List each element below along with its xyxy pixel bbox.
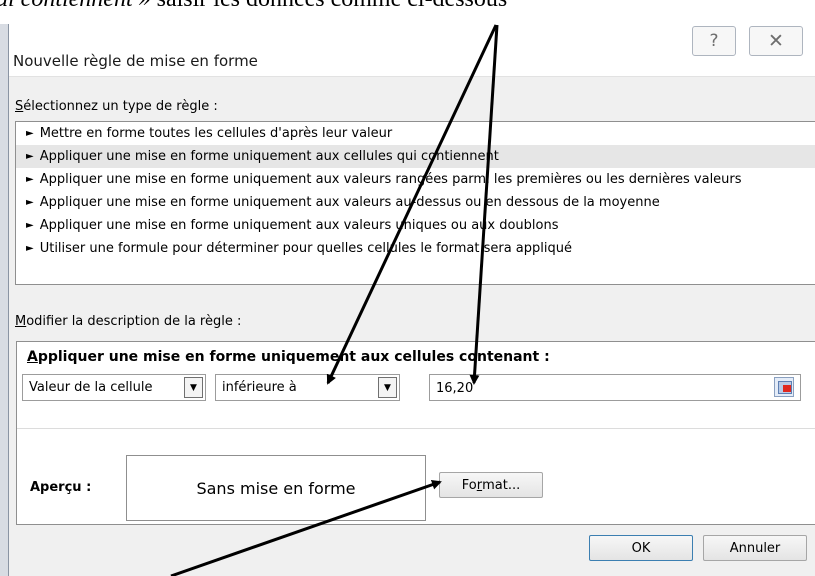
preview-label: Aperçu :: [30, 480, 92, 495]
format-label-post: mat...: [482, 477, 521, 493]
format-button[interactable]: Fo r mat...: [439, 472, 543, 498]
chevron-down-icon[interactable]: ▼: [378, 377, 397, 398]
condition-field-select[interactable]: Valeur de la cellule ▼: [22, 374, 206, 401]
rule-type-item[interactable]: ► Mettre en forme toutes les cellules d'a…: [16, 122, 815, 145]
rule-type-list[interactable]: ► Mettre en forme toutes les cellules d'a…: [15, 121, 815, 285]
rule-type-item-label: Appliquer une mise en forme uniquement a…: [39, 195, 660, 210]
rule-type-item-label: Appliquer une mise en forme uniquement a…: [39, 172, 742, 187]
rule-type-label-text: électionnez un type de règle :: [23, 99, 218, 114]
bullet-arrow-icon: ►: [26, 197, 34, 208]
dialog-title: Nouvelle règle de mise en forme: [13, 52, 258, 70]
value-input[interactable]: [434, 378, 768, 398]
edit-description-label: Modifier la description de la règle :: [15, 314, 241, 329]
rule-type-item[interactable]: ► Appliquer une mise en forme uniquement …: [16, 214, 815, 237]
bullet-arrow-icon: ►: [26, 151, 34, 162]
bullet-arrow-icon: ►: [26, 128, 34, 139]
rule-type-label: Sélectionnez un type de règle :: [15, 99, 218, 114]
divider: [17, 428, 815, 429]
rule-description-title: Appliquer une mise en forme uniquement a…: [27, 349, 550, 365]
caption-text: saisir les données comme ci-dessous: [151, 0, 508, 12]
close-button[interactable]: ✕: [749, 26, 803, 56]
close-icon: ✕: [768, 30, 784, 52]
desc-title-accesskey: A: [27, 349, 38, 365]
desc-title-text: ppliquer une mise en forme uniquement au…: [37, 349, 550, 365]
rule-type-item[interactable]: ► Appliquer une mise en forme uniquement …: [16, 191, 815, 214]
rule-type-item-selected[interactable]: ► Appliquer une mise en forme uniquement …: [16, 145, 815, 168]
bullet-arrow-icon: ►: [26, 220, 34, 231]
edit-label-text: odifier la description de la règle :: [26, 314, 242, 329]
rule-type-item-label: Appliquer une mise en forme uniquement a…: [39, 218, 559, 233]
rule-type-item[interactable]: ► Appliquer une mise en forme uniquement …: [16, 168, 815, 191]
cancel-button[interactable]: Annuler: [703, 535, 807, 561]
operator-value: inférieure à: [222, 380, 297, 395]
title-bar: Nouvelle règle de mise en forme ? ✕: [9, 24, 815, 77]
rule-type-item-label: Appliquer une mise en forme uniquement a…: [39, 149, 499, 164]
ok-button[interactable]: OK: [589, 535, 693, 561]
range-select-icon[interactable]: [774, 377, 794, 397]
rule-type-item-label: Utiliser une formule pour déterminer pou…: [39, 241, 572, 256]
instruction-caption: ui contiennent » saisir les données comm…: [0, 0, 815, 13]
help-icon: ?: [709, 31, 719, 51]
bullet-arrow-icon: ►: [26, 174, 34, 185]
operator-select[interactable]: inférieure à ▼: [215, 374, 400, 401]
caption-italic: ui contiennent »: [0, 0, 151, 12]
chevron-down-icon[interactable]: ▼: [184, 377, 203, 398]
format-label-pre: Fo: [461, 477, 477, 493]
rule-type-item[interactable]: ► Utiliser une formule pour déterminer po…: [16, 237, 815, 260]
condition-field-value: Valeur de la cellule: [29, 380, 153, 395]
help-button[interactable]: ?: [692, 26, 736, 56]
format-preview: Sans mise en forme: [126, 455, 426, 521]
bullet-arrow-icon: ►: [26, 243, 34, 254]
rule-description-panel: Appliquer une mise en forme uniquement a…: [16, 341, 815, 525]
new-formatting-rule-dialog: Nouvelle règle de mise en forme ? ✕ Séle…: [8, 24, 815, 576]
edit-label-accesskey: M: [15, 314, 27, 329]
value-field[interactable]: [429, 374, 801, 401]
rule-type-item-label: Mettre en forme toutes les cellules d'ap…: [39, 126, 393, 141]
